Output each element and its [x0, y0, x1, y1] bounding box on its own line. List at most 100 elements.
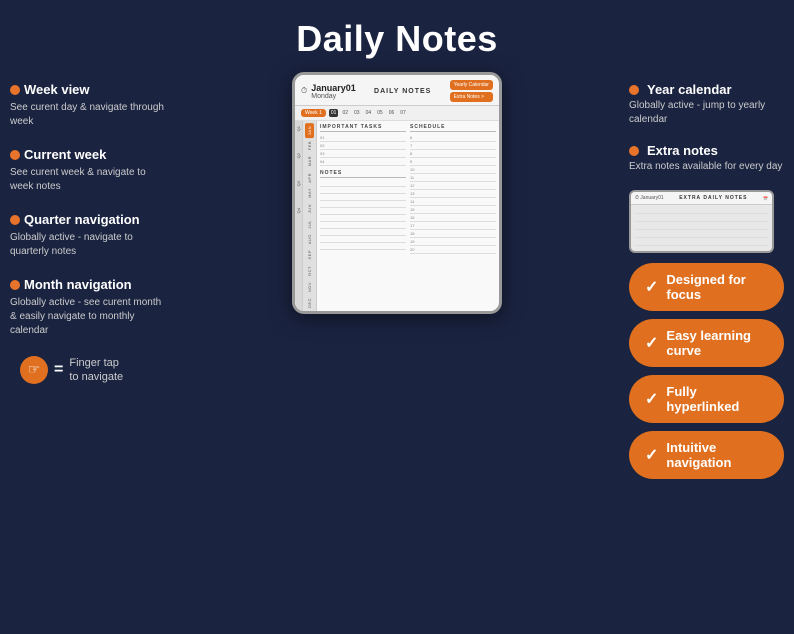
notes-line-8 [320, 229, 406, 236]
month-mar[interactable]: MAR [307, 153, 312, 169]
schedule-column: SCHEDULE 6 7 8 9 10 11 12 13 14 15 16 [410, 124, 496, 254]
week-num-4[interactable]: 04 [364, 109, 374, 117]
sched-10: 10 [410, 166, 496, 174]
notes-line-4 [320, 201, 406, 208]
month-sep[interactable]: SEP [307, 247, 312, 263]
sched-19: 19 [410, 238, 496, 246]
task-row-2: 02 [320, 142, 406, 150]
week-num-6[interactable]: 06 [387, 109, 397, 117]
side-quarters: Q1 Q2 Q3 Q4 [295, 121, 303, 311]
dot-quarter-nav [10, 215, 20, 225]
sched-17: 17 [410, 222, 496, 230]
extra-notes-title: Extra notes [647, 143, 718, 158]
device-header: ⏱ January01 Monday DAILY NOTES Yearly Ca… [295, 75, 499, 106]
equals-sign: = [54, 361, 63, 379]
notes-line-5 [320, 208, 406, 215]
feature-label-3: Fully hyperlinked [666, 384, 768, 414]
device-buttons: Yearly Calendar Extra Notes > [450, 80, 493, 102]
month-nov[interactable]: NOV [307, 279, 312, 295]
q2[interactable]: Q2 [296, 153, 301, 158]
notes-lines [320, 180, 406, 250]
notes-line-10 [320, 243, 406, 250]
annotation-year-cal: Year calendar Globally active - jump to … [629, 82, 784, 127]
notes-line-9 [320, 236, 406, 243]
dot-extra-notes [629, 146, 639, 156]
sched-13: 13 [410, 190, 496, 198]
sched-12: 12 [410, 182, 496, 190]
mini-device-body [631, 205, 772, 251]
feature-label-1: Designed for focus [666, 272, 768, 302]
right-annotations: Year calendar Globally active - jump to … [629, 72, 784, 487]
week-num-3[interactable]: 03 [352, 109, 362, 117]
mini-device-header: ⏱ January01 EXTRA DAILY NOTES 📅 [631, 192, 772, 205]
main-content: Week view See curent day & navigate thro… [0, 72, 794, 487]
current-week-title: Current week [24, 147, 106, 164]
device-day: Monday [311, 93, 356, 100]
notes-line-1 [320, 180, 406, 187]
annotation-extra-notes: Extra notes Extra notes available for ev… [629, 143, 784, 174]
mini-date: January01 [640, 195, 663, 201]
mini-extra-device: ⏱ January01 EXTRA DAILY NOTES 📅 [629, 190, 774, 253]
yearly-cal-btn[interactable]: Yearly Calendar [450, 80, 493, 90]
month-jul[interactable]: JUL [307, 217, 312, 232]
mini-line-5 [635, 240, 768, 246]
check-icon-3: ✓ [645, 389, 658, 409]
device-main-area: IMPORTANT TASKS 01 02 03 04 NOTES [317, 121, 499, 311]
month-feb[interactable]: FEB [307, 138, 312, 153]
device-wrapper: ⏱ January01 Monday DAILY NOTES Yearly Ca… [165, 72, 629, 487]
page-title: Daily Notes [0, 0, 794, 72]
sched-14: 14 [410, 198, 496, 206]
month-aug[interactable]: AUG [307, 231, 312, 247]
week-num-1[interactable]: 01 [329, 109, 339, 117]
schedule-label: SCHEDULE [410, 124, 496, 132]
week-view-title: Week view [24, 82, 90, 99]
q3[interactable]: Q3 [296, 181, 301, 186]
notes-section: NOTES [320, 170, 406, 250]
notes-line-3 [320, 194, 406, 201]
bottom-hint: ☞ = Finger tap to navigate [10, 356, 165, 385]
dot-month-nav [10, 280, 20, 290]
week-num-7[interactable]: 07 [398, 109, 408, 117]
check-icon-2: ✓ [645, 333, 658, 353]
tasks-column: IMPORTANT TASKS 01 02 03 04 NOTES [320, 124, 406, 254]
notebook-device: ⏱ January01 Monday DAILY NOTES Yearly Ca… [292, 72, 502, 314]
week-num-2[interactable]: 02 [340, 109, 350, 117]
finger-symbol: ☞ [28, 361, 41, 378]
sched-18: 18 [410, 230, 496, 238]
q4[interactable]: Q4 [296, 208, 301, 213]
extra-notes-btn[interactable]: Extra Notes > [450, 92, 493, 102]
sched-8: 8 [410, 150, 496, 158]
week-nums: 01 02 03 04 05 06 07 [329, 109, 408, 117]
sched-15: 15 [410, 206, 496, 214]
device-title: DAILY NOTES [374, 88, 431, 95]
finger-icon: ☞ [20, 356, 48, 384]
important-tasks-label: IMPORTANT TASKS [320, 124, 406, 132]
feature-label-2: Easy learning curve [666, 328, 768, 358]
notes-label: NOTES [320, 170, 406, 178]
side-months: JAN FEB MAR APR MAY JUN JUL AUG SEP OCT … [303, 121, 317, 311]
month-apr[interactable]: APR [307, 170, 312, 186]
month-may[interactable]: MAY [307, 185, 312, 201]
check-icon-4: ✓ [645, 445, 658, 465]
extra-notes-desc: Extra notes available for every day [629, 160, 784, 174]
month-jan[interactable]: JAN [305, 123, 314, 138]
mini-btn-area: 📅 [763, 196, 768, 201]
week-num-5[interactable]: 05 [375, 109, 385, 117]
mini-line-3 [635, 224, 768, 230]
hint-line1: Finger tap [69, 356, 123, 370]
dot-week-view [10, 85, 20, 95]
year-cal-title: Year calendar [647, 82, 732, 97]
mini-clock-icon: ⏱ January01 [635, 195, 664, 201]
month-dec[interactable]: DEC [307, 295, 312, 311]
current-week-desc: See curent week & navigate to week notes [10, 166, 165, 194]
week-row: Week 1 01 02 03 04 05 06 07 [295, 106, 499, 121]
check-icon-1: ✓ [645, 277, 658, 297]
mini-line-2 [635, 216, 768, 222]
features-section: ✓ Designed for focus ✓ Easy learning cur… [629, 263, 784, 479]
week-badge[interactable]: Week 1 [301, 109, 326, 117]
q1[interactable]: Q1 [296, 126, 301, 131]
sched-11: 11 [410, 174, 496, 182]
feature-badge-2: ✓ Easy learning curve [629, 319, 784, 367]
month-jun[interactable]: JUN [307, 201, 312, 216]
month-oct[interactable]: OCT [307, 263, 312, 279]
